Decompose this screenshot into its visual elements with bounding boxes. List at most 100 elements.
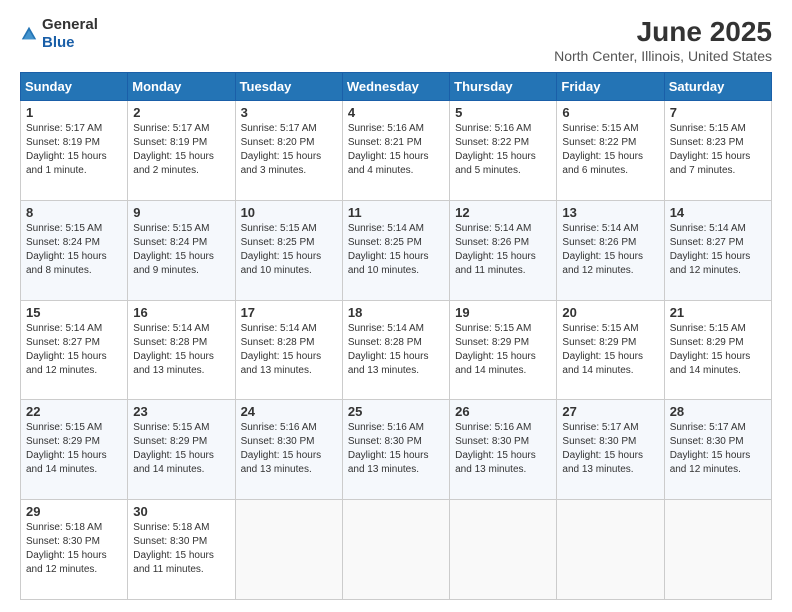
- day-number: 7: [670, 105, 766, 120]
- day-number: 23: [133, 404, 229, 419]
- calendar-cell: 21 Sunrise: 5:15 AM Sunset: 8:29 PM Dayli…: [664, 300, 771, 400]
- calendar-cell: 2Sunrise: 5:17 AM Sunset: 8:19 PM Daylig…: [128, 101, 235, 201]
- calendar-cell: 16 Sunrise: 5:14 AM Sunset: 8:28 PM Dayli…: [128, 300, 235, 400]
- day-info: Sunrise: 5:15 AM Sunset: 8:29 PM Dayligh…: [455, 322, 551, 378]
- logo-icon: [20, 25, 38, 43]
- calendar-cell: 25Sunrise: 5:16 AM Sunset: 8:30 PM Dayli…: [342, 400, 449, 500]
- logo-text: General Blue: [42, 16, 98, 52]
- calendar-cell: 19 Sunrise: 5:15 AM Sunset: 8:29 PM Dayli…: [450, 300, 557, 400]
- day-number: 19: [455, 305, 551, 320]
- calendar-cell: 27 Sunrise: 5:17 AM Sunset: 8:30 PM Dayli…: [557, 400, 664, 500]
- day-header-thursday: Thursday: [450, 73, 557, 101]
- day-number: 8: [26, 205, 122, 220]
- day-info: Sunrise: 5:16 AM Sunset: 8:21 PM Dayligh…: [348, 122, 444, 178]
- calendar-week-1: 1 Sunrise: 5:17 AM Sunset: 8:19 PM Daylig…: [21, 101, 772, 201]
- calendar-header-row: SundayMondayTuesdayWednesdayThursdayFrid…: [21, 73, 772, 101]
- calendar-cell: 8 Sunrise: 5:15 AM Sunset: 8:24 PM Daylig…: [21, 200, 128, 300]
- calendar-cell: [450, 500, 557, 600]
- day-number: 26: [455, 404, 551, 419]
- day-number: 17: [241, 305, 337, 320]
- calendar-cell: 17 Sunrise: 5:14 AM Sunset: 8:28 PM Dayli…: [235, 300, 342, 400]
- day-number: 11: [348, 205, 444, 220]
- day-info: Sunrise: 5:14 AM Sunset: 8:25 PM Dayligh…: [348, 222, 444, 278]
- day-info: Sunrise: 5:14 AM Sunset: 8:27 PM Dayligh…: [670, 222, 766, 278]
- day-number: 14: [670, 205, 766, 220]
- day-number: 20: [562, 305, 658, 320]
- day-number: 9: [133, 205, 229, 220]
- day-info: Sunrise: 5:17 AM Sunset: 8:19 PM Dayligh…: [133, 122, 229, 178]
- calendar-cell: 6 Sunrise: 5:15 AM Sunset: 8:22 PM Daylig…: [557, 101, 664, 201]
- day-info: Sunrise: 5:14 AM Sunset: 8:26 PM Dayligh…: [562, 222, 658, 278]
- day-info: Sunrise: 5:15 AM Sunset: 8:29 PM Dayligh…: [670, 322, 766, 378]
- calendar-week-3: 15Sunrise: 5:14 AM Sunset: 8:27 PM Dayli…: [21, 300, 772, 400]
- day-number: 5: [455, 105, 551, 120]
- calendar-cell: 18 Sunrise: 5:14 AM Sunset: 8:28 PM Dayli…: [342, 300, 449, 400]
- calendar-cell: 9 Sunrise: 5:15 AM Sunset: 8:24 PM Daylig…: [128, 200, 235, 300]
- day-number: 21: [670, 305, 766, 320]
- day-number: 10: [241, 205, 337, 220]
- calendar-cell: 20 Sunrise: 5:15 AM Sunset: 8:29 PM Dayli…: [557, 300, 664, 400]
- calendar-cell: [557, 500, 664, 600]
- day-info: Sunrise: 5:18 AM Sunset: 8:30 PM Dayligh…: [133, 521, 229, 577]
- calendar-cell: 23 Sunrise: 5:15 AM Sunset: 8:29 PM Dayli…: [128, 400, 235, 500]
- calendar-cell: 12 Sunrise: 5:14 AM Sunset: 8:26 PM Dayli…: [450, 200, 557, 300]
- day-number: 30: [133, 504, 229, 519]
- main-title: June 2025: [554, 16, 772, 48]
- day-header-tuesday: Tuesday: [235, 73, 342, 101]
- calendar-cell: [235, 500, 342, 600]
- day-info: Sunrise: 5:17 AM Sunset: 8:30 PM Dayligh…: [670, 421, 766, 477]
- day-info: Sunrise: 5:14 AM Sunset: 8:28 PM Dayligh…: [133, 322, 229, 378]
- calendar-cell: 3Sunrise: 5:17 AM Sunset: 8:20 PM Daylig…: [235, 101, 342, 201]
- day-info: Sunrise: 5:15 AM Sunset: 8:23 PM Dayligh…: [670, 122, 766, 178]
- calendar-cell: 1 Sunrise: 5:17 AM Sunset: 8:19 PM Daylig…: [21, 101, 128, 201]
- day-number: 16: [133, 305, 229, 320]
- day-info: Sunrise: 5:17 AM Sunset: 8:19 PM Dayligh…: [26, 122, 122, 178]
- calendar-cell: 22Sunrise: 5:15 AM Sunset: 8:29 PM Dayli…: [21, 400, 128, 500]
- day-info: Sunrise: 5:15 AM Sunset: 8:29 PM Dayligh…: [26, 421, 122, 477]
- calendar-cell: 26 Sunrise: 5:16 AM Sunset: 8:30 PM Dayli…: [450, 400, 557, 500]
- calendar-week-4: 22Sunrise: 5:15 AM Sunset: 8:29 PM Dayli…: [21, 400, 772, 500]
- calendar-cell: 7 Sunrise: 5:15 AM Sunset: 8:23 PM Daylig…: [664, 101, 771, 201]
- day-header-friday: Friday: [557, 73, 664, 101]
- day-number: 27: [562, 404, 658, 419]
- day-info: Sunrise: 5:14 AM Sunset: 8:28 PM Dayligh…: [241, 322, 337, 378]
- calendar-cell: [342, 500, 449, 600]
- calendar-cell: 24Sunrise: 5:16 AM Sunset: 8:30 PM Dayli…: [235, 400, 342, 500]
- day-info: Sunrise: 5:16 AM Sunset: 8:30 PM Dayligh…: [455, 421, 551, 477]
- day-info: Sunrise: 5:15 AM Sunset: 8:24 PM Dayligh…: [133, 222, 229, 278]
- day-info: Sunrise: 5:15 AM Sunset: 8:29 PM Dayligh…: [133, 421, 229, 477]
- day-info: Sunrise: 5:17 AM Sunset: 8:30 PM Dayligh…: [562, 421, 658, 477]
- day-number: 1: [26, 105, 122, 120]
- day-info: Sunrise: 5:15 AM Sunset: 8:25 PM Dayligh…: [241, 222, 337, 278]
- calendar-cell: 30 Sunrise: 5:18 AM Sunset: 8:30 PM Dayli…: [128, 500, 235, 600]
- day-number: 4: [348, 105, 444, 120]
- day-info: Sunrise: 5:15 AM Sunset: 8:22 PM Dayligh…: [562, 122, 658, 178]
- calendar-table: SundayMondayTuesdayWednesdayThursdayFrid…: [20, 72, 772, 600]
- day-number: 13: [562, 205, 658, 220]
- calendar-cell: 10 Sunrise: 5:15 AM Sunset: 8:25 PM Dayli…: [235, 200, 342, 300]
- day-number: 18: [348, 305, 444, 320]
- calendar-cell: [664, 500, 771, 600]
- title-block: June 2025 North Center, Illinois, United…: [554, 16, 772, 64]
- header: General Blue June 2025 North Center, Ill…: [20, 16, 772, 64]
- day-info: Sunrise: 5:17 AM Sunset: 8:20 PM Dayligh…: [241, 122, 337, 178]
- day-header-monday: Monday: [128, 73, 235, 101]
- day-info: Sunrise: 5:14 AM Sunset: 8:28 PM Dayligh…: [348, 322, 444, 378]
- day-info: Sunrise: 5:14 AM Sunset: 8:27 PM Dayligh…: [26, 322, 122, 378]
- calendar-cell: 4 Sunrise: 5:16 AM Sunset: 8:21 PM Daylig…: [342, 101, 449, 201]
- day-info: Sunrise: 5:16 AM Sunset: 8:30 PM Dayligh…: [241, 421, 337, 477]
- day-info: Sunrise: 5:18 AM Sunset: 8:30 PM Dayligh…: [26, 521, 122, 577]
- day-info: Sunrise: 5:14 AM Sunset: 8:26 PM Dayligh…: [455, 222, 551, 278]
- calendar-cell: 11 Sunrise: 5:14 AM Sunset: 8:25 PM Dayli…: [342, 200, 449, 300]
- day-number: 12: [455, 205, 551, 220]
- day-number: 29: [26, 504, 122, 519]
- day-header-saturday: Saturday: [664, 73, 771, 101]
- calendar-cell: 29 Sunrise: 5:18 AM Sunset: 8:30 PM Dayli…: [21, 500, 128, 600]
- logo: General Blue: [20, 16, 98, 52]
- calendar-cell: 28Sunrise: 5:17 AM Sunset: 8:30 PM Dayli…: [664, 400, 771, 500]
- day-info: Sunrise: 5:15 AM Sunset: 8:29 PM Dayligh…: [562, 322, 658, 378]
- day-info: Sunrise: 5:15 AM Sunset: 8:24 PM Dayligh…: [26, 222, 122, 278]
- calendar-cell: 15Sunrise: 5:14 AM Sunset: 8:27 PM Dayli…: [21, 300, 128, 400]
- calendar-cell: 5Sunrise: 5:16 AM Sunset: 8:22 PM Daylig…: [450, 101, 557, 201]
- day-number: 6: [562, 105, 658, 120]
